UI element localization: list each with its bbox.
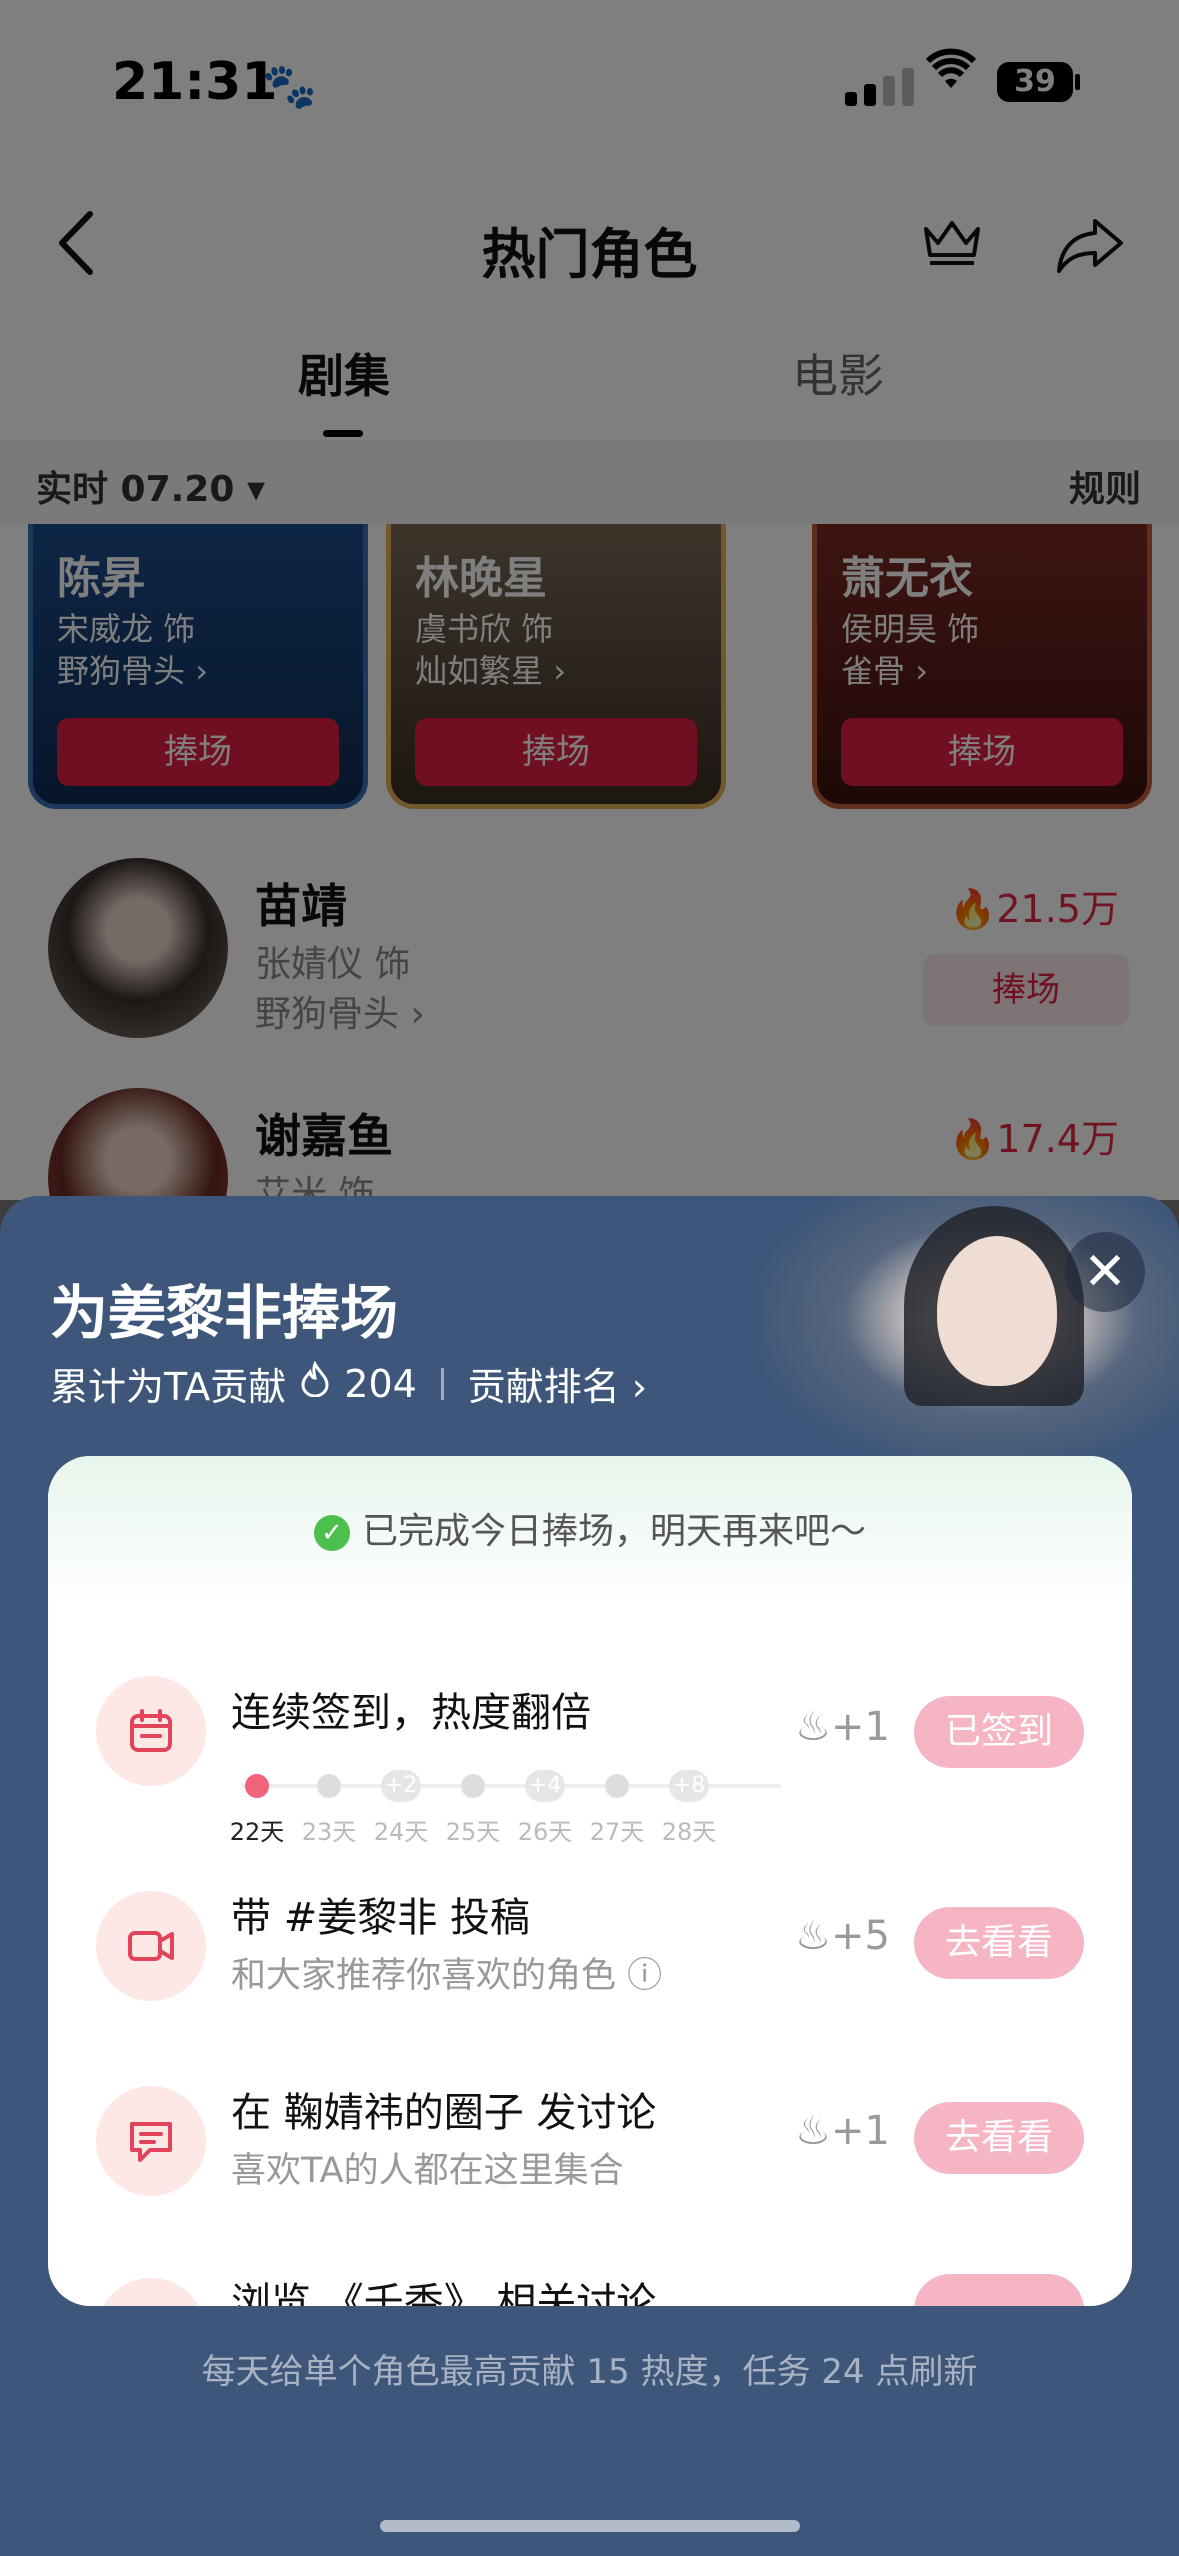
go-view-button[interactable]: 去看看 <box>914 1907 1084 1979</box>
task-card: ✓ 已完成今日捧场，明天再来吧～ 连续签到，热度翻倍 +2 +4 +8 22天 2… <box>48 1456 1132 2306</box>
task-browse: 浏览 《千香》 相关讨论 <box>48 2248 1132 2306</box>
task-post: 带 #姜黎非 投稿 和大家推荐你喜欢的角色 ⓘ ♨+5 去看看 <box>48 1851 1132 2031</box>
task-reward: ♨+1 <box>795 2108 890 2154</box>
contribution-rank-link[interactable]: 贡献排名 › <box>468 1356 647 1411</box>
rank-link-label: 贡献排名 <box>467 1365 620 1409</box>
task-reward: ♨+5 <box>795 1913 890 1959</box>
divider <box>440 1367 444 1400</box>
day-label: 27天 <box>589 1818 645 1846</box>
day-label: 28天 <box>661 1818 717 1846</box>
contribution-label: 累计为TA贡献 <box>50 1365 287 1409</box>
task-title: 连续签到，热度翻倍 <box>231 1690 591 1736</box>
flame-outline-icon: ♨ <box>795 1704 832 1750</box>
task-title: 浏览 《千香》 相关讨论 <box>231 2280 657 2306</box>
chat-bubble-icon <box>96 2086 206 2196</box>
day-dot <box>605 1774 629 1798</box>
done-message-text: 已完成今日捧场，明天再来吧～ <box>361 1511 866 1552</box>
day-dot <box>317 1774 341 1798</box>
bonus-dot: +2 <box>381 1770 421 1802</box>
support-sheet: ✕ 为姜黎非捧场 累计为TA贡献 204 贡献排名 › ✓ 已完成今日捧场，明天再… <box>0 1196 1179 2556</box>
task-title: 带 #姜黎非 投稿 <box>231 1895 530 1941</box>
bonus-dot: +4 <box>525 1770 565 1802</box>
reward-value: +1 <box>831 1704 890 1750</box>
task-subtitle-text: 和大家推荐你喜欢的角色 <box>231 1956 617 1996</box>
check-circle-icon: ✓ <box>313 1515 350 1551</box>
day-dot <box>245 1774 269 1798</box>
flame-outline-icon: ♨ <box>795 1913 832 1959</box>
day-label: 22天 <box>229 1818 285 1846</box>
footer-note: 每天给单个角色最高贡献 15 热度，任务 24 点刷新 <box>201 2352 978 2392</box>
flame-outline-icon <box>300 1360 330 1406</box>
close-icon: ✕ <box>1083 1242 1127 1302</box>
contribution-summary: 累计为TA贡献 204 贡献排名 › <box>50 1356 647 1411</box>
browse-icon <box>96 2278 206 2306</box>
task-discuss: 在 鞠婧祎的圈子 发讨论 喜欢TA的人都在这里集合 ♨+1 去看看 <box>48 2046 1132 2226</box>
signin-progress: +2 +4 +8 22天 23天 24天 25天 26天 27天 28天 <box>230 1766 791 1846</box>
task-title: 在 鞠婧祎的圈子 发讨论 <box>231 2090 657 2136</box>
go-view-button[interactable]: 去看看 <box>914 2102 1084 2174</box>
chevron-right-icon: › <box>631 1365 648 1409</box>
day-label: 26天 <box>517 1818 573 1846</box>
task-reward: ♨+1 <box>795 1704 890 1750</box>
video-camera-icon <box>96 1891 206 2001</box>
reward-value: +5 <box>831 1913 890 1959</box>
task-signin: 连续签到，热度翻倍 +2 +4 +8 22天 23天 24天 25天 26天 2… <box>48 1636 1132 1846</box>
portrait-face <box>937 1236 1057 1386</box>
signed-in-button[interactable]: 已签到 <box>914 1696 1084 1768</box>
day-label: 24天 <box>373 1818 429 1846</box>
day-label: 25天 <box>445 1818 501 1846</box>
flame-outline-icon: ♨ <box>795 2108 832 2154</box>
home-indicator <box>380 2520 800 2532</box>
go-view-button[interactable] <box>914 2274 1084 2306</box>
help-icon[interactable]: ⓘ <box>627 1956 662 1996</box>
close-button[interactable]: ✕ <box>1065 1232 1145 1312</box>
task-subtitle: 和大家推荐你喜欢的角色 ⓘ <box>231 1947 662 1998</box>
sheet-title: 为姜黎非捧场 <box>50 1279 399 1347</box>
reward-value: +1 <box>831 2108 890 2154</box>
contribution-value: 204 <box>344 1361 417 1406</box>
day-dot <box>461 1774 485 1798</box>
task-subtitle: 喜欢TA的人都在这里集合 <box>231 2151 624 2191</box>
done-message: ✓ 已完成今日捧场，明天再来吧～ <box>48 1502 1132 1554</box>
calendar-icon <box>96 1676 206 1786</box>
bonus-dot: +8 <box>669 1770 709 1802</box>
day-label: 23天 <box>301 1818 357 1846</box>
